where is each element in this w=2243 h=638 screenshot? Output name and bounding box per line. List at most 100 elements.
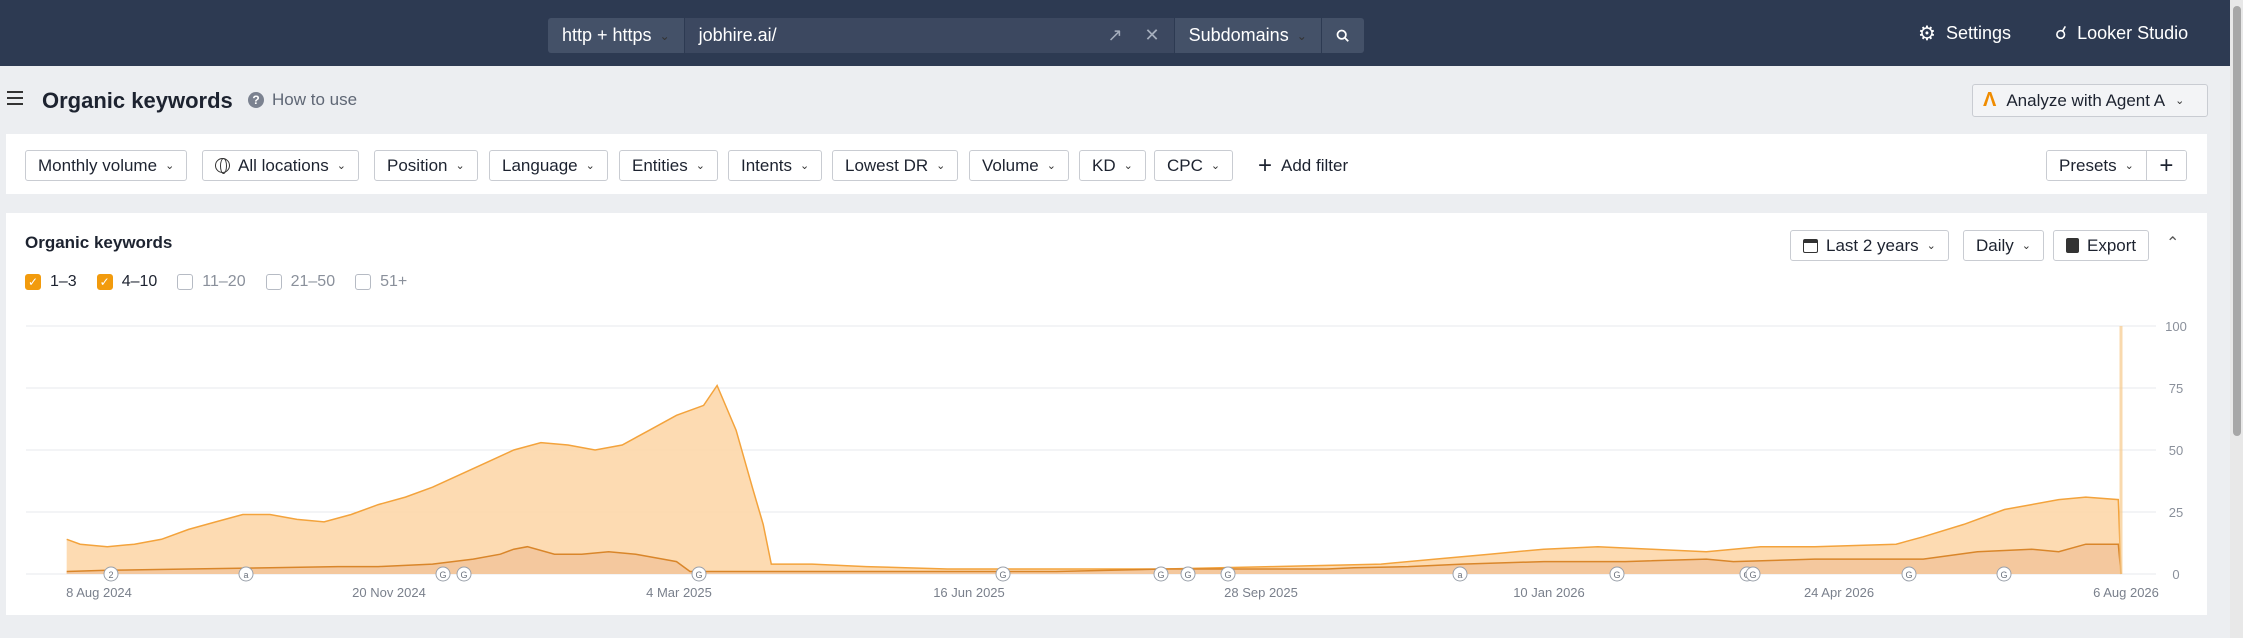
filter-bar: Monthly volume ⌄ All locations ⌄ Position ⌄… bbox=[6, 134, 2207, 194]
y-tick-label: 50 bbox=[2169, 443, 2183, 458]
checkbox-icon bbox=[355, 274, 372, 290]
chevron-down-icon: ⌄ bbox=[800, 160, 810, 172]
x-tick-label: 28 Sep 2025 bbox=[1224, 585, 1298, 600]
filter-cpc[interactable]: CPC ⌄ bbox=[1154, 150, 1234, 181]
chevron-down-icon: ⌄ bbox=[659, 28, 670, 43]
legend-label: 51+ bbox=[380, 273, 408, 290]
scrollbar-thumb[interactable] bbox=[2233, 6, 2241, 436]
annotation-marker-label: G bbox=[999, 570, 1006, 580]
annotation-marker-label: G bbox=[460, 570, 467, 580]
looker-label: Looker Studio bbox=[2077, 22, 2189, 43]
x-tick-label: 20 Nov 2024 bbox=[352, 585, 426, 600]
add-filter-label: Add filter bbox=[1281, 155, 1349, 175]
search-button[interactable] bbox=[1321, 18, 1364, 53]
plus-icon: + bbox=[1258, 151, 1273, 179]
x-tick-label: 8 Aug 2024 bbox=[66, 585, 132, 600]
top-bar: http + https ⌄ jobhire.ai/ ↗ ✕ Subdomain… bbox=[0, 0, 2230, 66]
filter-label: Position bbox=[387, 155, 448, 175]
protocol-dropdown[interactable]: http + https ⌄ bbox=[548, 18, 685, 53]
agent-logo-icon: Λ bbox=[1983, 89, 1997, 111]
legend-item-11-20[interactable]: 11–20 bbox=[177, 273, 246, 291]
chevron-down-icon: ⌄ bbox=[2124, 160, 2134, 172]
checkbox-checked-icon: ✓ bbox=[96, 274, 113, 290]
agent-button-label: Analyze with Agent A bbox=[2006, 90, 2166, 110]
x-tick-label: 4 Mar 2025 bbox=[646, 585, 712, 600]
settings-link[interactable]: ⚙ Settings bbox=[1918, 0, 2011, 66]
chevron-down-icon: ⌄ bbox=[585, 160, 595, 172]
legend-label: 1–3 bbox=[50, 273, 77, 290]
how-to-use-label: How to use bbox=[272, 90, 358, 109]
legend-item-51-plus[interactable]: 51+ bbox=[355, 273, 407, 291]
clear-icon[interactable]: ✕ bbox=[1145, 25, 1160, 46]
y-tick-label: 25 bbox=[2169, 505, 2183, 520]
filter-label: Volume bbox=[982, 155, 1039, 175]
page-scrollbar[interactable] bbox=[2230, 0, 2243, 638]
period-dropdown[interactable]: Last 2 years ⌄ bbox=[1790, 230, 1949, 261]
looker-studio-link[interactable]: ☌ Looker Studio bbox=[2055, 0, 2188, 66]
filter-kd[interactable]: KD ⌄ bbox=[1079, 150, 1146, 181]
period-label: Last 2 years bbox=[1826, 235, 1919, 255]
x-tick-label: 16 Jun 2025 bbox=[933, 585, 1005, 600]
menu-icon[interactable] bbox=[7, 91, 23, 105]
add-filter-button[interactable]: + Add filter bbox=[1258, 150, 1348, 181]
export-button[interactable]: Export bbox=[2053, 230, 2150, 261]
chevron-down-icon: ⌄ bbox=[1926, 240, 1936, 252]
looker-icon: ☌ bbox=[2055, 22, 2068, 43]
filter-entities[interactable]: Entities ⌄ bbox=[619, 150, 718, 181]
chevron-down-icon: ⌄ bbox=[2021, 240, 2032, 252]
add-preset-button[interactable]: + bbox=[2145, 151, 2186, 180]
collapse-icon[interactable]: ⌃ bbox=[2166, 233, 2179, 253]
presets-group: Presets ⌄ + bbox=[2046, 150, 2187, 181]
x-tick-label: 24 Apr 2026 bbox=[1804, 585, 1874, 600]
chevron-down-icon: ⌄ bbox=[336, 160, 346, 172]
analyze-agent-button[interactable]: Λ Analyze with Agent A ⌄ bbox=[1972, 84, 2208, 117]
how-to-use-link[interactable]: ? How to use bbox=[248, 90, 357, 110]
granularity-dropdown[interactable]: Daily ⌄ bbox=[1963, 230, 2045, 261]
presets-dropdown[interactable]: Presets ⌄ bbox=[2047, 151, 2146, 180]
gear-icon: ⚙ bbox=[1918, 22, 1936, 45]
external-link-icon[interactable]: ↗ bbox=[1107, 25, 1122, 46]
chevron-down-icon: ⌄ bbox=[455, 160, 465, 172]
scope-dropdown[interactable]: Subdomains ⌄ bbox=[1174, 18, 1322, 53]
filter-volume[interactable]: Volume ⌄ bbox=[969, 150, 1069, 181]
annotation-marker-label: G bbox=[1224, 570, 1231, 580]
settings-label: Settings bbox=[1945, 22, 2011, 43]
x-tick-label: 6 Aug 2026 bbox=[2093, 585, 2159, 600]
y-tick-label: 100 bbox=[2165, 319, 2187, 334]
legend-item-4-10[interactable]: ✓ 4–10 bbox=[96, 273, 157, 291]
export-label: Export bbox=[2087, 235, 2137, 255]
filter-language[interactable]: Language ⌄ bbox=[489, 150, 608, 181]
filter-label: All locations bbox=[238, 155, 329, 175]
annotation-marker-label: G bbox=[439, 570, 446, 580]
search-icon bbox=[1336, 29, 1349, 42]
chevron-down-icon: ⌄ bbox=[165, 160, 175, 172]
page-title: Organic keywords bbox=[42, 88, 233, 113]
calendar-icon bbox=[1803, 238, 1818, 253]
url-search-group: http + https ⌄ jobhire.ai/ ↗ ✕ Subdomain… bbox=[548, 18, 1364, 53]
globe-icon bbox=[215, 158, 230, 174]
filter-monthly-volume[interactable]: Monthly volume ⌄ bbox=[25, 150, 188, 181]
plus-icon: + bbox=[2159, 151, 2174, 179]
filter-position[interactable]: Position ⌄ bbox=[374, 150, 478, 181]
url-input[interactable]: jobhire.ai/ ↗ ✕ bbox=[684, 18, 1175, 53]
legend-label: 11–20 bbox=[202, 273, 246, 290]
annotation-marker-label: G bbox=[1613, 570, 1620, 580]
card-title: Organic keywords bbox=[25, 233, 173, 252]
chevron-down-icon: ⌄ bbox=[1046, 160, 1056, 172]
chevron-down-icon: ⌄ bbox=[2175, 95, 2185, 107]
series-area-4-10 bbox=[66, 385, 2121, 574]
filter-intents[interactable]: Intents ⌄ bbox=[728, 150, 823, 181]
checkbox-checked-icon: ✓ bbox=[25, 274, 41, 290]
x-tick-label: 10 Jan 2026 bbox=[1513, 585, 1585, 600]
filter-lowest-dr[interactable]: Lowest DR ⌄ bbox=[832, 150, 959, 181]
annotation-marker-label: G bbox=[2000, 570, 2007, 580]
chevron-down-icon: ⌄ bbox=[936, 160, 946, 172]
filter-label: Language bbox=[502, 155, 578, 175]
y-tick-label: 75 bbox=[2169, 381, 2183, 396]
filter-label: Entities bbox=[632, 155, 688, 175]
y-tick-label: 0 bbox=[2172, 567, 2179, 582]
filter-label: Monthly volume bbox=[38, 155, 158, 175]
legend-item-21-50[interactable]: 21–50 bbox=[265, 273, 335, 291]
legend-item-1-3[interactable]: ✓ 1–3 bbox=[25, 273, 77, 291]
filter-all-locations[interactable]: All locations ⌄ bbox=[202, 150, 359, 181]
